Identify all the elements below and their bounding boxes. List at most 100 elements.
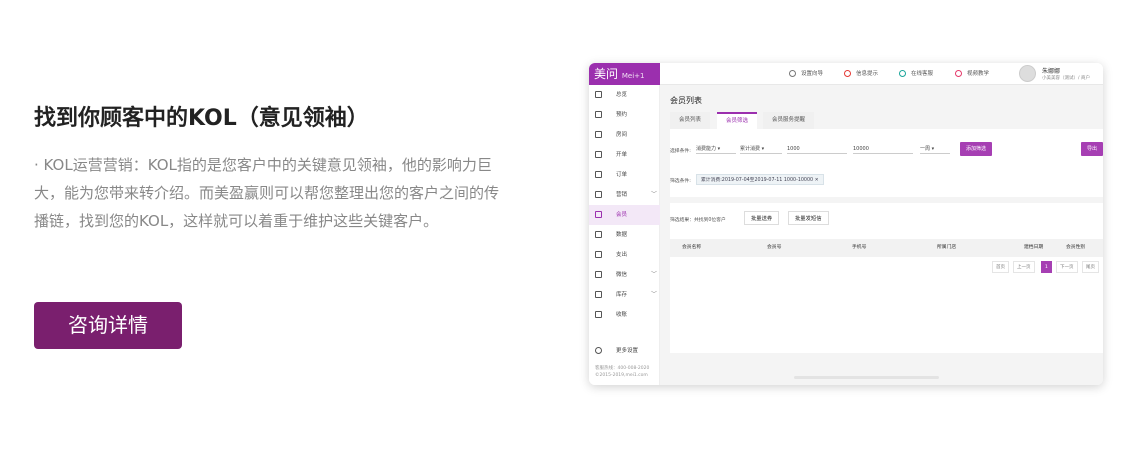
bell-icon bbox=[844, 70, 851, 77]
sidebar-item-label: 库存 bbox=[616, 292, 628, 298]
tab-member-filter[interactable]: 会员筛选 bbox=[717, 112, 758, 129]
download-icon bbox=[595, 311, 602, 318]
last-page-button[interactable]: 尾页 bbox=[1082, 261, 1099, 273]
results-panel: 筛选结果：共找到0位客户 批量送券 批量发短信 会员名称 会员号 手机号 所属门… bbox=[670, 203, 1103, 353]
column-header: 建档日期 bbox=[1024, 245, 1044, 250]
sidebar-item-orders[interactable]: 订单 bbox=[589, 165, 660, 185]
gear-icon bbox=[789, 70, 796, 77]
hero-title: 找到你顾客中的KOL（意见领袖） bbox=[34, 106, 369, 131]
filter-field-select-2[interactable]: 累计消费 ▾ bbox=[740, 144, 782, 154]
first-page-button[interactable]: 首页 bbox=[992, 261, 1009, 273]
hero-description: · KOL运营营销：KOL指的是您客户中的关键意见领袖，他的影响力巨大，能为您带… bbox=[34, 156, 500, 230]
sidebar-item-booking[interactable]: 预约 bbox=[589, 105, 660, 125]
topnav-label: 信息提示 bbox=[856, 71, 879, 77]
sidebar-item-label: 会员 bbox=[616, 212, 628, 218]
filter-label: 选择条件: bbox=[670, 149, 691, 154]
avatar bbox=[1019, 65, 1036, 82]
results-summary: 筛选结果：共找到0位客户 bbox=[670, 218, 726, 223]
sidebar-item-label: 更多设置 bbox=[616, 348, 639, 354]
horizontal-scrollbar[interactable] bbox=[794, 376, 939, 379]
bulk-sms-button[interactable]: 批量发短信 bbox=[788, 211, 829, 225]
topnav-setup-guide[interactable]: 设置向导 bbox=[789, 63, 823, 85]
sidebar-item-label: 数据 bbox=[616, 232, 628, 238]
chevron-down-icon: ﹀ bbox=[651, 191, 658, 198]
topnav-label: 设置向导 bbox=[801, 71, 824, 77]
order-icon bbox=[595, 171, 602, 178]
ledger-icon bbox=[595, 251, 602, 258]
tab-member-list[interactable]: 会员列表 bbox=[670, 112, 711, 129]
page-title: 会员列表 bbox=[670, 96, 702, 105]
topnav-notifications[interactable]: 信息提示 bbox=[844, 63, 878, 85]
period-select[interactable]: 一周 ▾ bbox=[920, 144, 950, 154]
headset-icon bbox=[899, 70, 906, 77]
play-icon bbox=[955, 70, 962, 77]
copyright-text: ©2015-2019,mei1.com bbox=[595, 373, 648, 378]
sidebar-item-marketing[interactable]: 营销 ﹀ bbox=[589, 185, 660, 205]
conditions-label: 筛选条件: bbox=[670, 179, 691, 184]
chevron-down-icon: ﹀ bbox=[651, 271, 658, 278]
topnav-video-tutorial[interactable]: 视频教学 bbox=[955, 63, 989, 85]
wechat-icon bbox=[595, 271, 602, 278]
export-button[interactable]: 导出 bbox=[1081, 142, 1103, 156]
column-header: 手机号 bbox=[852, 245, 867, 250]
sidebar-item-label: 总览 bbox=[616, 92, 628, 98]
bulk-coupon-button[interactable]: 批量送券 bbox=[744, 211, 780, 225]
app-logo: 美问 Mei+1 bbox=[589, 63, 660, 85]
column-header: 会员性别 bbox=[1066, 245, 1086, 250]
table-header: 会员名称 会员号 手机号 所属门店 建档日期 会员性别 bbox=[670, 239, 1103, 257]
sidebar-item-label: 支出 bbox=[616, 252, 628, 258]
bar-chart-icon bbox=[595, 231, 602, 238]
main-content: 会员列表 会员列表 会员筛选 会员服务提醒 选择条件: 消费能力 ▾ 累计消费 … bbox=[660, 85, 1103, 385]
sidebar-item-inventory[interactable]: 库存 ﹀ bbox=[589, 285, 660, 305]
chevron-down-icon: ﹀ bbox=[651, 291, 658, 298]
sidebar-item-wechat[interactable]: 微信 ﹀ bbox=[589, 265, 660, 285]
hotline-text: 客服热线：400-008-2020 bbox=[595, 366, 650, 371]
chip-label: 累计消费:2019-07-04至2019-07-11 1000-10000 bbox=[701, 178, 814, 183]
add-filter-button[interactable]: 添加筛选 bbox=[960, 142, 993, 156]
sidebar-item-collection[interactable]: 收账 bbox=[589, 305, 660, 325]
product-screenshot: 美问 Mei+1 设置向导 信息提示 在线客服 视频教学 朱娜娜 小美美容（测试… bbox=[589, 63, 1103, 385]
sidebar-item-billing[interactable]: 开单 bbox=[589, 145, 660, 165]
prev-page-button[interactable]: 上一页 bbox=[1013, 261, 1035, 273]
topnav-label: 在线客服 bbox=[911, 71, 934, 77]
sidebar-item-label: 营销 bbox=[616, 192, 628, 198]
room-icon bbox=[595, 131, 602, 138]
filter-panel: 选择条件: 消费能力 ▾ 累计消费 ▾ 1000 10000 一周 ▾ 添加筛选… bbox=[670, 129, 1103, 197]
column-header: 所属门店 bbox=[937, 245, 957, 250]
sidebar-item-more-settings[interactable]: 更多设置 bbox=[589, 341, 660, 361]
user-shop: 小美美容（测试）/ 商户 bbox=[1042, 76, 1090, 81]
topnav-online-support[interactable]: 在线客服 bbox=[899, 63, 933, 85]
sidebar-item-expenses[interactable]: 支出 bbox=[589, 245, 660, 265]
gift-icon bbox=[595, 191, 602, 198]
filter-field-select-1[interactable]: 消费能力 ▾ bbox=[696, 144, 736, 154]
column-header: 会员号 bbox=[767, 245, 782, 250]
sidebar-item-label: 微信 bbox=[616, 272, 628, 278]
sidebar-item-overview[interactable]: 总览 bbox=[589, 85, 660, 105]
sidebar: 总览 预约 房间 开单 订单 营销 ﹀ 会员 数据 支出 微信 ﹀ 库存 ﹀ 收账 更… bbox=[589, 85, 660, 385]
home-icon bbox=[595, 91, 602, 98]
app-topbar: 美问 Mei+1 设置向导 信息提示 在线客服 视频教学 朱娜娜 小美美容（测试… bbox=[589, 63, 1103, 85]
footer-info: 客服热线：400-008-2020 ©2015-2019,mei1.com bbox=[595, 365, 649, 379]
user-name: 朱娜娜 bbox=[1042, 68, 1061, 75]
sidebar-item-label: 开单 bbox=[616, 152, 628, 158]
close-icon[interactable]: ✕ bbox=[815, 178, 819, 183]
sidebar-item-rooms[interactable]: 房间 bbox=[589, 125, 660, 145]
select-value: 累计消费 bbox=[740, 146, 761, 152]
condition-chip[interactable]: 累计消费:2019-07-04至2019-07-11 1000-10000 ✕ bbox=[696, 174, 824, 185]
members-icon bbox=[595, 211, 602, 218]
tab-member-reminders[interactable]: 会员服务提醒 bbox=[763, 112, 815, 129]
max-value-input[interactable]: 10000 bbox=[853, 144, 913, 154]
page-number-button[interactable]: 1 bbox=[1041, 261, 1052, 273]
logo-text: 美问 bbox=[594, 67, 619, 81]
logo-sub: Mei+1 bbox=[621, 72, 645, 80]
inbox-icon bbox=[595, 291, 602, 298]
page: 找到你顾客中的KOL（意见领袖） · KOL运营营销：KOL指的是您客户中的关键… bbox=[0, 0, 1140, 452]
next-page-button[interactable]: 下一页 bbox=[1056, 261, 1078, 273]
sidebar-item-members[interactable]: 会员 bbox=[589, 205, 660, 225]
min-value-input[interactable]: 1000 bbox=[787, 144, 847, 154]
gear-icon bbox=[595, 347, 602, 354]
consult-details-button[interactable]: 咨询详情 bbox=[34, 302, 182, 349]
sidebar-item-label: 预约 bbox=[616, 112, 628, 118]
sidebar-item-data[interactable]: 数据 bbox=[589, 225, 660, 245]
column-header: 会员名称 bbox=[682, 245, 702, 250]
